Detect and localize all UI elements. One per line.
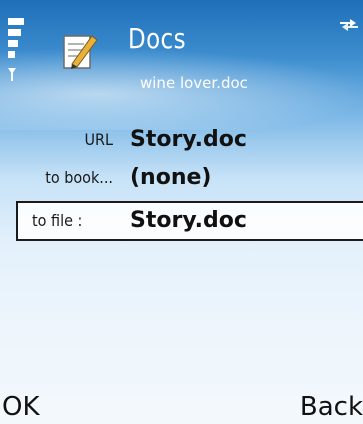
ok-softkey[interactable]: OK xyxy=(2,392,40,422)
url-value: Story.doc xyxy=(130,127,247,152)
notepad-pen-icon xyxy=(63,35,98,69)
signal-strength-icon xyxy=(8,18,24,81)
bookmark-value: (none) xyxy=(130,165,212,190)
file-label: to file : xyxy=(32,211,83,230)
back-softkey[interactable]: Back xyxy=(300,392,363,422)
document-name: wine lover.doc xyxy=(140,74,248,92)
data-connection-icon xyxy=(340,19,358,31)
phone-screen: Docs wine lover.doc URL Story.doc to boo… xyxy=(0,0,363,424)
bookmark-label: to book... xyxy=(45,168,113,187)
file-value[interactable]: Story.doc xyxy=(130,201,247,241)
url-row[interactable]: URL Story.doc xyxy=(0,122,363,158)
bookmark-row[interactable]: to book... (none) xyxy=(0,160,363,196)
url-label: URL xyxy=(84,130,113,149)
app-title: Docs xyxy=(128,22,186,55)
file-row[interactable]: to file : Story.doc xyxy=(0,201,363,241)
